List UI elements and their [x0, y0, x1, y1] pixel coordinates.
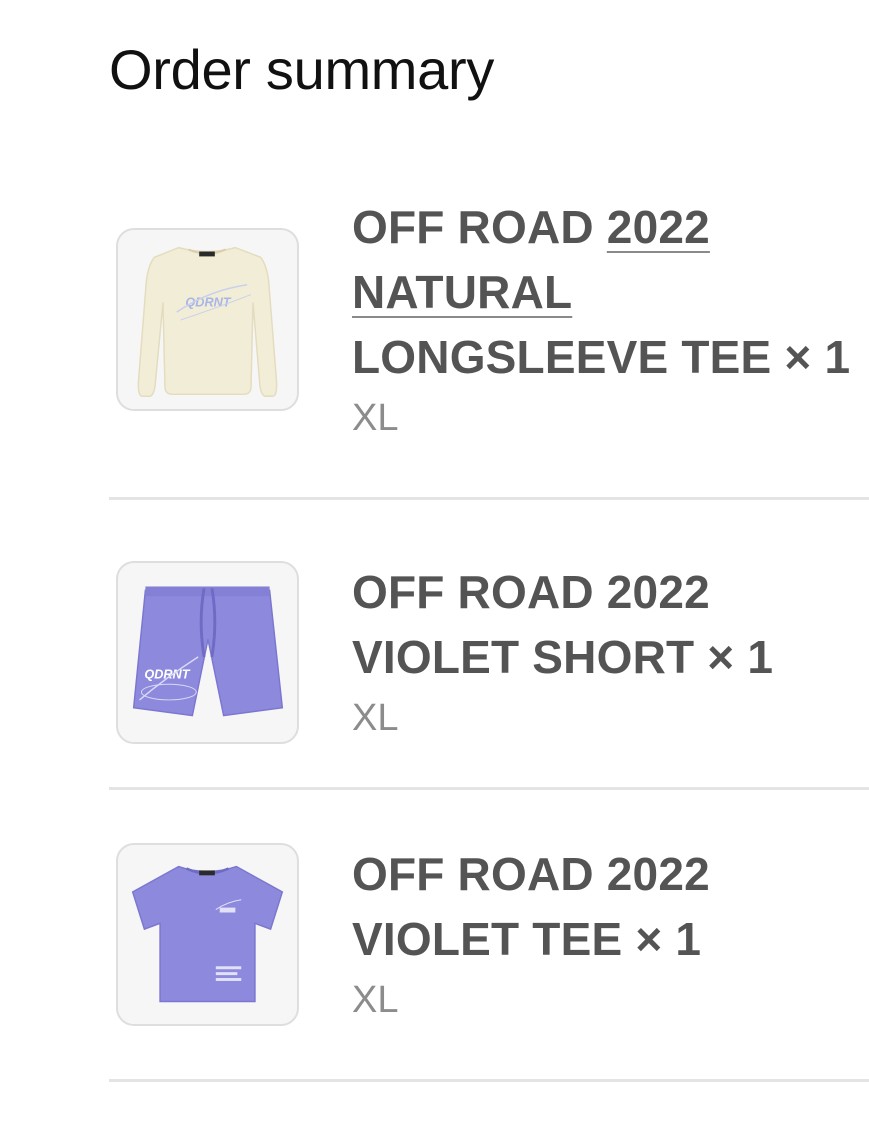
product-name[interactable]: OFF ROAD 2022 VIOLET TEE × 1 [352, 842, 862, 972]
product-name-suffix: LONGSLEEVE TEE × 1 [352, 331, 851, 383]
tee-image[interactable] [116, 843, 299, 1026]
shorts-icon: QDRNT [132, 586, 284, 717]
page-title: Order summary [109, 38, 495, 101]
product-link-color[interactable]: NATURAL [352, 266, 572, 318]
product-variant: XL [352, 397, 399, 439]
product-link-year[interactable]: 2022 [607, 201, 710, 253]
order-item: QDRNT OFF ROAD 2022 VIOLET SHORT × 1 XL [109, 500, 869, 790]
longsleeve-tee-icon: QDRNT [137, 246, 278, 398]
item-info: OFF ROAD 2022 NATURAL LONGSLEEVE TEE × 1 X… [352, 195, 862, 444]
order-item: OFF ROAD 2022 VIOLET TEE × 1 XL [109, 790, 869, 1082]
order-items-list: QDRNT OFF ROAD 2022 NATURAL LONGSLEEVE TEE… [109, 145, 869, 1082]
item-info: OFF ROAD 2022 VIOLET SHORT × 1 XL [352, 560, 862, 744]
product-name-line-2: VIOLET TEE × 1 [352, 913, 702, 965]
tee-icon [131, 865, 284, 1003]
product-name-line-1: OFF ROAD 2022 [352, 566, 710, 618]
product-name: OFF ROAD 2022 NATURAL LONGSLEEVE TEE × 1 [352, 195, 862, 390]
order-item: QDRNT OFF ROAD 2022 NATURAL LONGSLEEVE TEE… [109, 145, 869, 500]
product-variant: XL [352, 979, 399, 1021]
product-name-prefix: OFF ROAD [352, 201, 607, 253]
svg-text:QDRNT: QDRNT [185, 294, 231, 309]
product-variant: XL [352, 697, 399, 739]
product-name[interactable]: OFF ROAD 2022 VIOLET SHORT × 1 [352, 560, 862, 690]
product-name-line-1: OFF ROAD 2022 [352, 848, 710, 900]
product-name-line-2: VIOLET SHORT × 1 [352, 631, 774, 683]
longsleeve-tee-image[interactable]: QDRNT [116, 228, 299, 411]
svg-text:QDRNT: QDRNT [144, 666, 190, 681]
shorts-image[interactable]: QDRNT [116, 561, 299, 744]
item-info: OFF ROAD 2022 VIOLET TEE × 1 XL [352, 842, 862, 1026]
